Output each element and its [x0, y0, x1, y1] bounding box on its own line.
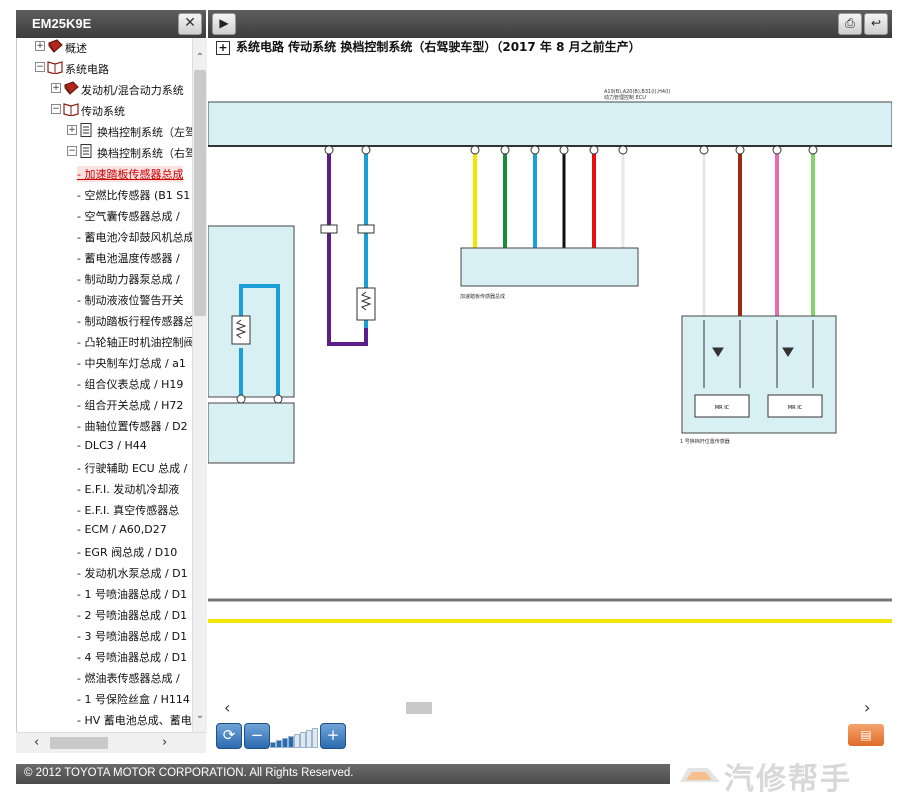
tree-item-label: - 加速踏板传感器总成: [77, 166, 184, 182]
tree-item-label: - 曲轴位置传感器 / D2: [77, 420, 188, 433]
tree-item-label: - 燃油表传感器总成 /: [77, 672, 180, 685]
open-book-icon: [63, 102, 79, 117]
scroll-down-arrow[interactable]: ⌄: [193, 710, 207, 724]
tree-item-label: - EGR 阀总成 / D10: [77, 546, 178, 559]
tree-item-label: - 发动机水泵总成 / D1: [77, 567, 188, 580]
refresh-icon[interactable]: ⟳: [216, 723, 242, 749]
scroll-up-arrow[interactable]: ⌃: [193, 52, 207, 66]
print-icon[interactable]: ⎙: [838, 13, 862, 35]
close-panel-button[interactable]: ✕: [178, 13, 202, 35]
tree-item-label: 换档控制系统（左驾: [97, 126, 193, 139]
tree-item-label: - 制动踏板行程传感器总: [77, 315, 193, 328]
open-book-icon: [47, 60, 63, 75]
scrollbar-thumb[interactable]: [50, 737, 108, 749]
document-toolbar: ▶ ⎙ ↩: [208, 10, 892, 38]
accelerator-sensor-label: 加速踏板传感器总成: [460, 293, 505, 300]
manual-code: EM25K9E: [32, 16, 92, 31]
tree-item-label: 传动系统: [81, 105, 125, 118]
watermark-text: 汽修帮手: [724, 762, 852, 797]
scroll-left-arrow[interactable]: ‹: [34, 735, 39, 750]
tree-item-label: - 组合开关总成 / H72: [77, 399, 184, 412]
tree-item-label: - 2 号喷油器总成 / D1: [77, 609, 188, 622]
document-title-bar: + 系统电路 传动系统 换档控制系统（右驾驶车型）（2017 年 8 月之前生产）: [208, 38, 892, 58]
collapse-icon[interactable]: −: [51, 104, 61, 114]
tree-item-label: 概述: [65, 42, 87, 55]
document-icon: [79, 123, 95, 137]
zoom-toolbar: ⟳ − + ▤: [208, 718, 892, 752]
shift-sensor-wires: [699, 145, 818, 316]
tree-item-label: 系统电路: [65, 63, 109, 76]
collapse-icon[interactable]: −: [67, 146, 77, 156]
zoom-out-icon[interactable]: −: [244, 723, 270, 749]
diagram-horizontal-scrollbar[interactable]: ‹ ›: [208, 698, 892, 718]
tree-item-label: - ECM / A60,D27: [77, 523, 167, 536]
expand-icon[interactable]: +: [67, 125, 77, 135]
sensor-block-lower: [207, 402, 295, 464]
tree-item-label: 换档控制系统（右驾: [97, 147, 193, 160]
back-icon[interactable]: ↩: [864, 13, 888, 35]
tree-item-label: - HV 蓄电池总成、蓄电: [77, 714, 192, 727]
wiring-diagram: A19(B),A20(B),B31(I),H4(I) 动力管理控制 ECU 加速…: [207, 58, 893, 698]
feedback-icon[interactable]: ▤: [848, 724, 884, 746]
tree-item-label: - 空燃比传感器 (B1 S1: [77, 189, 191, 202]
expand-panel-button[interactable]: ▶: [212, 13, 236, 35]
tree-item-label: - 中央制车灯总成 / a1: [77, 357, 186, 370]
resistor-symbol: [356, 287, 376, 321]
tree-item-label: - 4 号喷油器总成 / D1: [77, 651, 188, 664]
accelerator-sensor-connector: [460, 247, 639, 287]
tree-item-label: - 制动液液位警告开关: [77, 294, 184, 307]
tree-item-label: - 组合仪表总成 / H19: [77, 378, 184, 391]
scrollbar-thumb[interactable]: [406, 702, 432, 714]
scroll-left-arrow[interactable]: ‹: [224, 698, 230, 717]
scroll-right-arrow[interactable]: ›: [162, 735, 167, 750]
document-icon: [79, 144, 95, 158]
tree-item-label: - 1 号保险丝盒 / H114: [77, 693, 190, 706]
copyright-text: © 2012 TOYOTA MOTOR CORPORATION. All Rig…: [24, 767, 354, 779]
tree-item-label: - 空气囊传感器总成 /: [77, 210, 180, 223]
tree-item-label: - 1 号喷油器总成 / D1: [77, 588, 188, 601]
navigation-tree: + 概述 − 系统电路 + 发动机/混合动力系统 − 传动系统 + 换档控制系统（左驾 − 换档控制系…: [16, 38, 193, 732]
navigation-panel-header: EM25K9E ✕: [16, 10, 206, 38]
tree-item-label: - E.F.I. 真空传感器总: [77, 504, 180, 517]
scrollbar-thumb[interactable]: [194, 70, 206, 316]
tree-item-label: - 行驶辅助 ECU 总成 /: [77, 462, 188, 475]
tree-item-label: - 凸轮轴正时机油控制阀: [77, 336, 193, 349]
accelerator-wires: [470, 145, 628, 248]
collapse-icon[interactable]: −: [35, 62, 45, 72]
ecu-panel: [207, 101, 893, 147]
expand-icon[interactable]: +: [35, 41, 45, 51]
car-logo-icon: [678, 758, 722, 786]
zoom-level-bar[interactable]: [312, 728, 318, 748]
tree-item-label: 发动机/混合动力系统: [81, 84, 184, 97]
shift-sensor-label: 1 号换档杆位置传感器: [680, 438, 730, 445]
expand-title-icon[interactable]: +: [216, 41, 230, 55]
tree-item-label: - 制动助力器泵总成 /: [77, 273, 180, 286]
closed-book-icon: [47, 39, 63, 53]
expand-icon[interactable]: +: [51, 83, 61, 93]
tree-item-label: - 3 号喷油器总成 / D1: [77, 630, 188, 643]
tree-vertical-scrollbar[interactable]: ⌃ ⌄: [192, 38, 207, 732]
tree-item-label: - E.F.I. 发动机冷却液: [77, 483, 180, 496]
scroll-right-arrow[interactable]: ›: [864, 698, 870, 717]
watermark-logo: 汽修帮手: [670, 752, 907, 797]
svg-text:MR IC: MR IC: [715, 405, 730, 411]
tree-item-label: - 蓄电池冷却鼓风机总成: [77, 231, 193, 244]
zoom-level-indicator[interactable]: [270, 726, 318, 748]
page-title: 系统电路 传动系统 换档控制系统（右驾驶车型）（2017 年 8 月之前生产）: [236, 40, 641, 54]
closed-book-icon: [63, 81, 79, 95]
svg-text:MR IC: MR IC: [788, 405, 803, 411]
tree-item-label: - 蓄电池温度传感器 /: [77, 252, 180, 265]
tree-item-label: - DLC3 / H44: [77, 439, 147, 452]
tree-horizontal-scrollbar[interactable]: ‹ ›: [16, 732, 206, 753]
sensor-block-upper: [207, 225, 295, 398]
zoom-in-icon[interactable]: +: [320, 723, 346, 749]
ecu-name-label: 动力管理控制 ECU: [604, 94, 646, 101]
